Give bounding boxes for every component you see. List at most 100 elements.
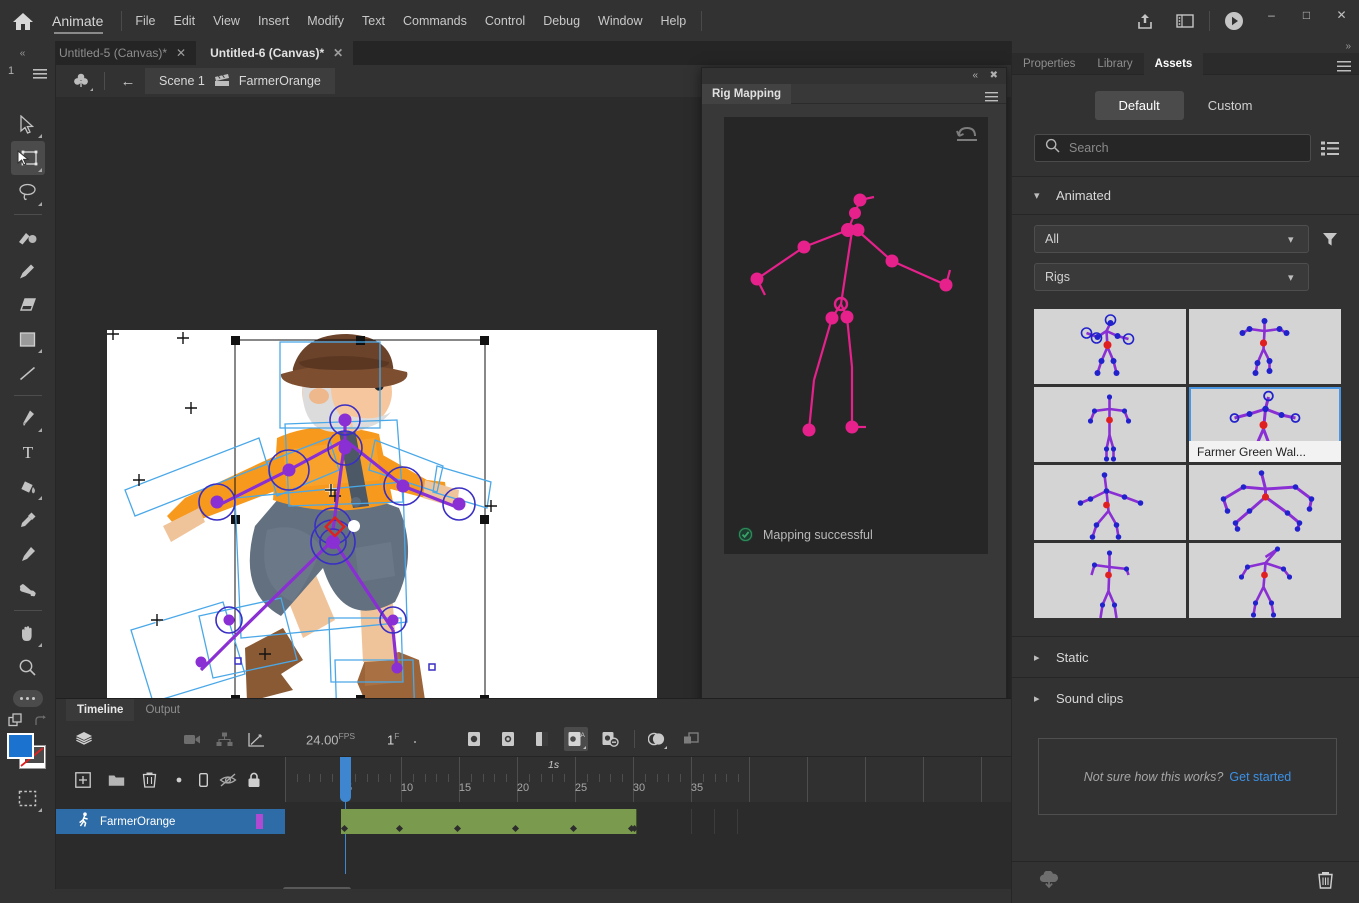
more-tools-button[interactable] bbox=[12, 690, 43, 707]
trash-icon[interactable] bbox=[1317, 871, 1334, 894]
fill-color-swatch[interactable] bbox=[6, 733, 34, 759]
keyframe-marker[interactable] bbox=[511, 824, 520, 833]
document-tab-untitled6[interactable]: Untitled-6 (Canvas)* ✕ bbox=[196, 41, 354, 65]
tab-library[interactable]: Library bbox=[1086, 53, 1143, 75]
new-folder-button[interactable] bbox=[105, 769, 127, 791]
new-layer-button[interactable] bbox=[72, 769, 94, 791]
menu-modify[interactable]: Modify bbox=[298, 0, 353, 41]
tools-menu-icon[interactable] bbox=[33, 67, 47, 85]
layer-frames-track[interactable] bbox=[285, 809, 1011, 834]
rig-thumb-6[interactable] bbox=[1189, 465, 1341, 540]
rectangle-tool[interactable] bbox=[11, 322, 45, 356]
insert-keyframe-button[interactable] bbox=[462, 727, 486, 751]
timeline-ruler[interactable]: 1s 10 15 20 25 30 35 bbox=[285, 757, 1011, 802]
close-button[interactable]: ✕ bbox=[1324, 0, 1359, 30]
hamburger-icon[interactable] bbox=[1337, 59, 1351, 77]
tab-properties[interactable]: Properties bbox=[1012, 53, 1086, 75]
outline-column-icon[interactable] bbox=[192, 769, 214, 791]
rig-thumb-8[interactable] bbox=[1189, 543, 1341, 618]
keyframe-marker[interactable] bbox=[395, 824, 404, 833]
section-animated[interactable]: ▾ Animated bbox=[1012, 177, 1359, 215]
delete-layer-button[interactable] bbox=[138, 769, 160, 791]
maximize-button[interactable]: □ bbox=[1289, 0, 1324, 30]
breadcrumb-symbol-label[interactable]: FarmerOrange bbox=[239, 74, 321, 88]
resize-timeline-button[interactable] bbox=[679, 727, 703, 751]
onion-skin-button[interactable] bbox=[645, 727, 669, 751]
list-view-icon[interactable] bbox=[1319, 137, 1341, 159]
assets-get-started-link[interactable]: Get started bbox=[1229, 770, 1291, 784]
play-circle-icon[interactable] bbox=[1214, 0, 1254, 41]
width-tool[interactable] bbox=[11, 537, 45, 571]
menu-help[interactable]: Help bbox=[652, 0, 696, 41]
copy-shapes-icon[interactable] bbox=[7, 713, 25, 729]
insert-blank-keyframe-button[interactable] bbox=[496, 727, 520, 751]
breadcrumb-chip[interactable]: Scene 1 FarmerOrange bbox=[145, 68, 335, 94]
text-tool[interactable]: T bbox=[11, 435, 45, 469]
rig-overlay[interactable] bbox=[107, 330, 657, 698]
home-icon[interactable] bbox=[0, 0, 46, 41]
close-icon[interactable]: ✕ bbox=[176, 46, 186, 60]
insert-frame-button[interactable] bbox=[530, 727, 554, 751]
collapse-icon[interactable]: « bbox=[972, 70, 978, 81]
paint-bucket-tool[interactable] bbox=[11, 469, 45, 503]
zoom-tool[interactable] bbox=[11, 650, 45, 684]
hand-tool[interactable] bbox=[11, 616, 45, 650]
menu-edit[interactable]: Edit bbox=[165, 0, 205, 41]
rig-thumb-4[interactable]: Farmer Green Wal... bbox=[1189, 387, 1341, 462]
minimize-button[interactable]: – bbox=[1254, 0, 1289, 30]
tab-assets[interactable]: Assets bbox=[1143, 52, 1204, 75]
bone-tool[interactable] bbox=[11, 571, 45, 605]
camera-icon[interactable] bbox=[182, 729, 202, 749]
free-transform-tool[interactable] bbox=[10, 141, 45, 175]
lasso-tool[interactable] bbox=[11, 175, 45, 209]
share-upload-icon[interactable] bbox=[1125, 0, 1165, 41]
rig-mapping-titlebar[interactable]: « ✖ bbox=[702, 68, 1006, 84]
layer-parenting-icon[interactable] bbox=[214, 729, 234, 749]
rig-thumb-5[interactable] bbox=[1034, 465, 1186, 540]
fps-value[interactable]: 24.00FPS bbox=[306, 731, 355, 747]
double-chevron-right-icon[interactable]: » bbox=[1345, 41, 1351, 52]
tools-collapse-icon[interactable]: « bbox=[0, 41, 45, 65]
layer-color-chip[interactable] bbox=[256, 814, 263, 829]
menu-text[interactable]: Text bbox=[353, 0, 394, 41]
easing-graph-icon[interactable] bbox=[246, 729, 266, 749]
clover-symbol-icon[interactable] bbox=[68, 69, 94, 93]
paint-brush-tool[interactable] bbox=[11, 220, 45, 254]
stage-white-area[interactable] bbox=[107, 330, 657, 698]
menu-insert[interactable]: Insert bbox=[249, 0, 298, 41]
hamburger-icon[interactable] bbox=[985, 89, 998, 107]
current-frame[interactable]: 1F bbox=[387, 731, 399, 747]
marquee-selection-tool[interactable] bbox=[11, 781, 45, 815]
pen-tool[interactable] bbox=[11, 401, 45, 435]
eyedropper-tool[interactable] bbox=[11, 503, 45, 537]
segment-custom[interactable]: Custom bbox=[1184, 91, 1277, 120]
selection-tool[interactable] bbox=[11, 107, 45, 141]
menu-view[interactable]: View bbox=[204, 0, 249, 41]
cloud-upload-icon[interactable] bbox=[1038, 870, 1060, 894]
menu-window[interactable]: Window bbox=[589, 0, 651, 41]
document-tab-untitled5[interactable]: Untitled-5 (Canvas)* ✕ bbox=[45, 41, 197, 65]
menu-debug[interactable]: Debug bbox=[534, 0, 589, 41]
menu-control[interactable]: Control bbox=[476, 0, 534, 41]
funnel-filter-icon[interactable] bbox=[1319, 228, 1341, 250]
menu-file[interactable]: File bbox=[126, 0, 164, 41]
keyframe-marker[interactable] bbox=[569, 824, 578, 833]
search-box[interactable] bbox=[1034, 134, 1311, 162]
rig-thumb-7[interactable] bbox=[1034, 543, 1186, 618]
swap-colors-icon[interactable] bbox=[33, 714, 48, 729]
segment-default[interactable]: Default bbox=[1094, 91, 1184, 120]
keyframe-marker[interactable] bbox=[453, 824, 462, 833]
auto-keyframe-button[interactable]: A bbox=[564, 727, 588, 751]
tween-span[interactable] bbox=[340, 809, 639, 834]
category-select[interactable]: All ▾ bbox=[1034, 225, 1309, 253]
type-select[interactable]: Rigs ▾ bbox=[1034, 263, 1309, 291]
menu-commands[interactable]: Commands bbox=[394, 0, 476, 41]
workspace-layout-icon[interactable] bbox=[1165, 0, 1205, 41]
rig-thumb-1[interactable] bbox=[1034, 309, 1186, 384]
tab-output[interactable]: Output bbox=[134, 699, 191, 721]
section-sound-clips[interactable]: ▸ Sound clips bbox=[1012, 677, 1359, 718]
breadcrumb-scene-label[interactable]: Scene 1 bbox=[159, 74, 205, 88]
arrow-left-icon[interactable]: ← bbox=[115, 69, 141, 93]
undo-reset-icon[interactable] bbox=[956, 125, 978, 148]
playhead-marker[interactable] bbox=[340, 757, 351, 802]
